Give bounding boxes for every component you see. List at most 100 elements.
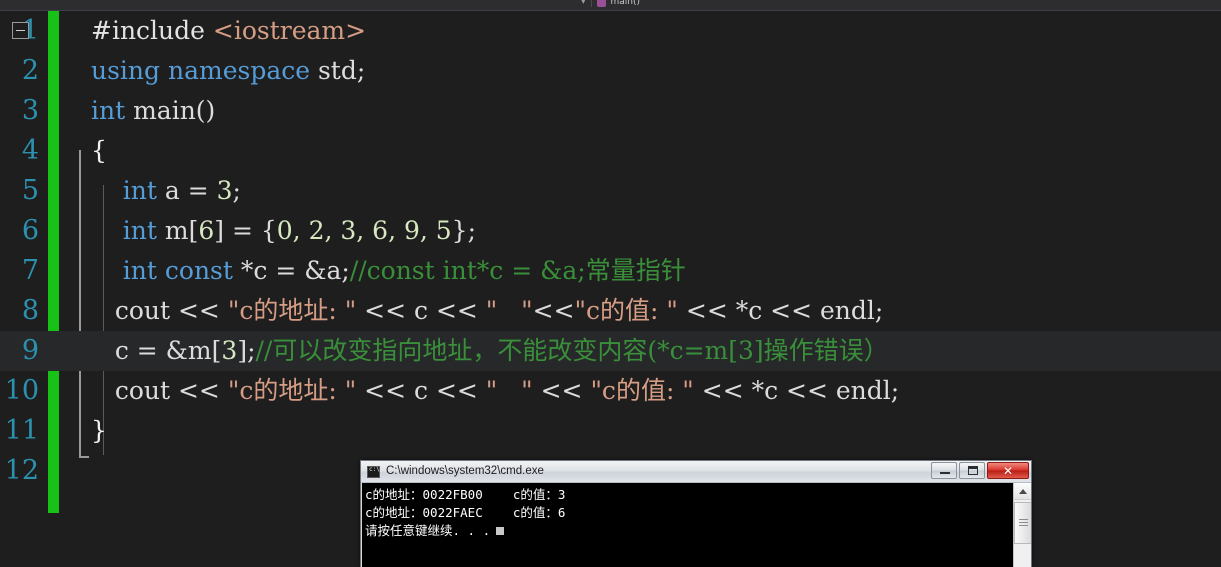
console-cursor xyxy=(496,527,505,535)
line-number: 2 xyxy=(21,55,39,86)
code-line-text: int m[6] = {0, 2, 3, 6, 9, 5}; xyxy=(91,211,1221,251)
code-token: <iostream> xyxy=(212,16,367,45)
console-title: C:\windows\system32\cmd.exe xyxy=(386,465,544,477)
member-method-icon xyxy=(596,0,606,7)
code-token: << *c << endl; xyxy=(677,296,884,325)
maximize-icon xyxy=(968,466,978,475)
code-line-text: cout << "c的地址: " << c << " " << "c的值: " … xyxy=(91,371,1221,411)
code-line[interactable]: 3 int main() xyxy=(0,91,1221,131)
line-fold-zone xyxy=(48,211,91,251)
code-line-text: #include <iostream> xyxy=(91,11,1221,51)
navigation-member-label: main() xyxy=(610,0,641,7)
code-token: 6 xyxy=(198,216,215,245)
code-token: std; xyxy=(317,56,366,85)
console-line-text: 请按任意键继续. . . xyxy=(365,523,491,538)
code-line-text: } xyxy=(91,411,1221,451)
line-number: 5 xyxy=(21,175,39,206)
console-scrollbar[interactable] xyxy=(1013,483,1031,567)
code-line[interactable]: 2 using namespace std; xyxy=(0,51,1221,91)
close-icon: ✕ xyxy=(1002,463,1014,478)
code-token: a = xyxy=(164,176,217,205)
line-fold-zone xyxy=(48,411,91,451)
code-token: " " xyxy=(485,376,533,405)
code-token: 0, 2, 3, 6, 9, 5 xyxy=(276,216,452,245)
scroll-thumb-grip xyxy=(1019,519,1028,520)
code-line[interactable]: 6 int m[6] = {0, 2, 3, 6, 9, 5}; xyxy=(0,211,1221,251)
code-line[interactable]: 8 cout << "c的地址: " << c << " "<<"c的值: " … xyxy=(0,291,1221,331)
line-fold-zone xyxy=(48,131,91,171)
code-token: << c << xyxy=(356,296,486,325)
code-line[interactable]: 1 #include <iostream> xyxy=(0,11,1221,51)
code-line[interactable]: 9 c = &m[3];//可以改变指向地址，不能改变内容(*c=m[3]操作错… xyxy=(0,331,1221,371)
line-number: 9 xyxy=(21,335,39,366)
line-fold-zone xyxy=(48,451,91,491)
navigation-bar: ▾ main() xyxy=(0,0,1221,11)
code-token: ]; xyxy=(237,336,256,365)
code-line[interactable]: 7 int const *c = &a;//const int*c = &a;常… xyxy=(0,251,1221,291)
code-token: int const xyxy=(122,256,241,285)
code-line[interactable]: 4{ xyxy=(0,131,1221,171)
chevron-down-icon[interactable]: ▾ xyxy=(581,0,586,7)
line-fold-zone xyxy=(48,371,91,411)
code-token: "c的地址: " xyxy=(227,376,357,405)
navigation-member-chunk[interactable]: ▾ main() xyxy=(581,0,640,7)
scroll-thumb[interactable] xyxy=(1014,502,1031,544)
maximize-button[interactable] xyxy=(959,462,985,479)
line-number: 4 xyxy=(21,135,39,166)
code-token: "c的值: " xyxy=(574,296,678,325)
code-token: //可以改变指向地址，不能改变内容(*c=m[3]操作错误） xyxy=(255,336,889,365)
minimize-icon xyxy=(940,472,950,474)
code-token: << xyxy=(532,296,575,325)
line-fold-zone xyxy=(48,51,91,91)
code-token: << c << xyxy=(356,376,486,405)
code-token: "c的地址: " xyxy=(227,296,357,325)
code-line-text: using namespace std; xyxy=(91,51,1221,91)
scroll-up-arrow-icon[interactable] xyxy=(1014,483,1031,500)
code-token: ; xyxy=(232,176,241,205)
console-window[interactable]: C:\windows\system32\cmd.exe ✕ c的地址：0022F… xyxy=(360,460,1032,567)
line-number: 12 xyxy=(4,455,39,486)
collapse-minus-icon[interactable] xyxy=(12,22,29,39)
close-button[interactable]: ✕ xyxy=(987,462,1029,479)
code-token: }; xyxy=(451,216,477,245)
code-token: *c = &a; xyxy=(240,256,350,285)
line-fold-zone xyxy=(48,11,91,51)
minimize-button[interactable] xyxy=(931,462,957,479)
app-root: ▾ main() 1 #include <iostream> 2 using name… xyxy=(0,0,1221,567)
code-token: int xyxy=(91,96,134,125)
cmd-icon xyxy=(367,465,380,478)
code-line-text: c = &m[3];//可以改变指向地址，不能改变内容(*c=m[3]操作错误） xyxy=(91,331,1221,371)
console-line: c的地址：0022FB00 c的值：3 xyxy=(365,487,566,502)
code-token: //const int*c = &a;常量指针 xyxy=(349,256,686,285)
line-fold-zone xyxy=(48,331,91,371)
code-line[interactable]: 5 int a = 3; xyxy=(0,171,1221,211)
code-token: } xyxy=(91,416,107,445)
line-fold-zone xyxy=(48,91,91,131)
code-token: m[ xyxy=(164,216,199,245)
code-line-text: { xyxy=(91,131,1221,171)
line-number: 6 xyxy=(21,215,39,246)
code-line[interactable]: 10 cout << "c的地址: " << c << " " << "c的值:… xyxy=(0,371,1221,411)
code-line-text: int a = 3; xyxy=(91,171,1221,211)
code-line[interactable]: 11} xyxy=(0,411,1221,451)
code-token: main() xyxy=(133,96,216,125)
console-line: c的地址：0022FAEC c的值：6 xyxy=(365,505,566,520)
line-number: 8 xyxy=(21,295,39,326)
line-fold-zone xyxy=(48,251,91,291)
divider xyxy=(590,0,592,7)
code-token: #include xyxy=(91,16,213,45)
code-token: int xyxy=(122,216,165,245)
line-number: 3 xyxy=(21,95,39,126)
console-output[interactable]: c的地址：0022FB00 c的值：3 c的地址：0022FAEC c的值：6 … xyxy=(362,483,1031,567)
code-token: using namespace xyxy=(91,56,318,85)
console-titlebar[interactable]: C:\windows\system32\cmd.exe ✕ xyxy=(361,461,1031,483)
code-token: 3 xyxy=(216,176,233,205)
line-fold-zone xyxy=(48,171,91,211)
line-fold-zone xyxy=(48,291,91,331)
code-token: c = &m[ xyxy=(91,336,222,365)
code-line-text: int const *c = &a;//const int*c = &a;常量指… xyxy=(91,251,1221,291)
console-line: 请按任意键继续. . . xyxy=(365,522,1031,540)
